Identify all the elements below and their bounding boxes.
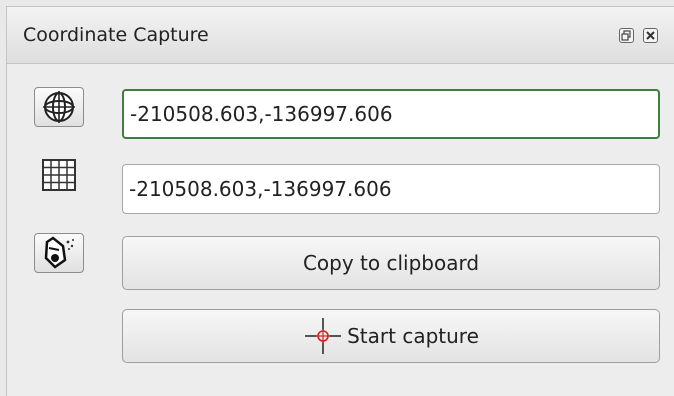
close-icon[interactable] <box>643 28 658 43</box>
mouse-tracking-button[interactable] <box>34 233 84 273</box>
start-capture-label: Start capture <box>347 324 479 348</box>
panel-title: Coordinate Capture <box>23 24 209 46</box>
copy-to-clipboard-label: Copy to clipboard <box>302 251 480 275</box>
panel-titlebar: Coordinate Capture <box>7 7 674 64</box>
grid-icon <box>34 155 84 195</box>
map-coordinate-field[interactable] <box>122 89 660 139</box>
crs-select-button[interactable] <box>34 87 84 127</box>
globe-crs-icon <box>43 91 75 123</box>
canvas-coordinate-field[interactable] <box>122 164 660 214</box>
mouse-tracking-icon <box>44 236 74 269</box>
coordinate-capture-panel: Coordinate Capture -210508.603,-136997.6… <box>6 6 674 396</box>
float-window-icon[interactable] <box>619 28 634 43</box>
start-capture-button[interactable]: Start capture <box>122 309 660 363</box>
copy-to-clipboard-button[interactable]: Copy to clipboard <box>122 236 660 290</box>
crosshair-icon <box>305 318 342 354</box>
